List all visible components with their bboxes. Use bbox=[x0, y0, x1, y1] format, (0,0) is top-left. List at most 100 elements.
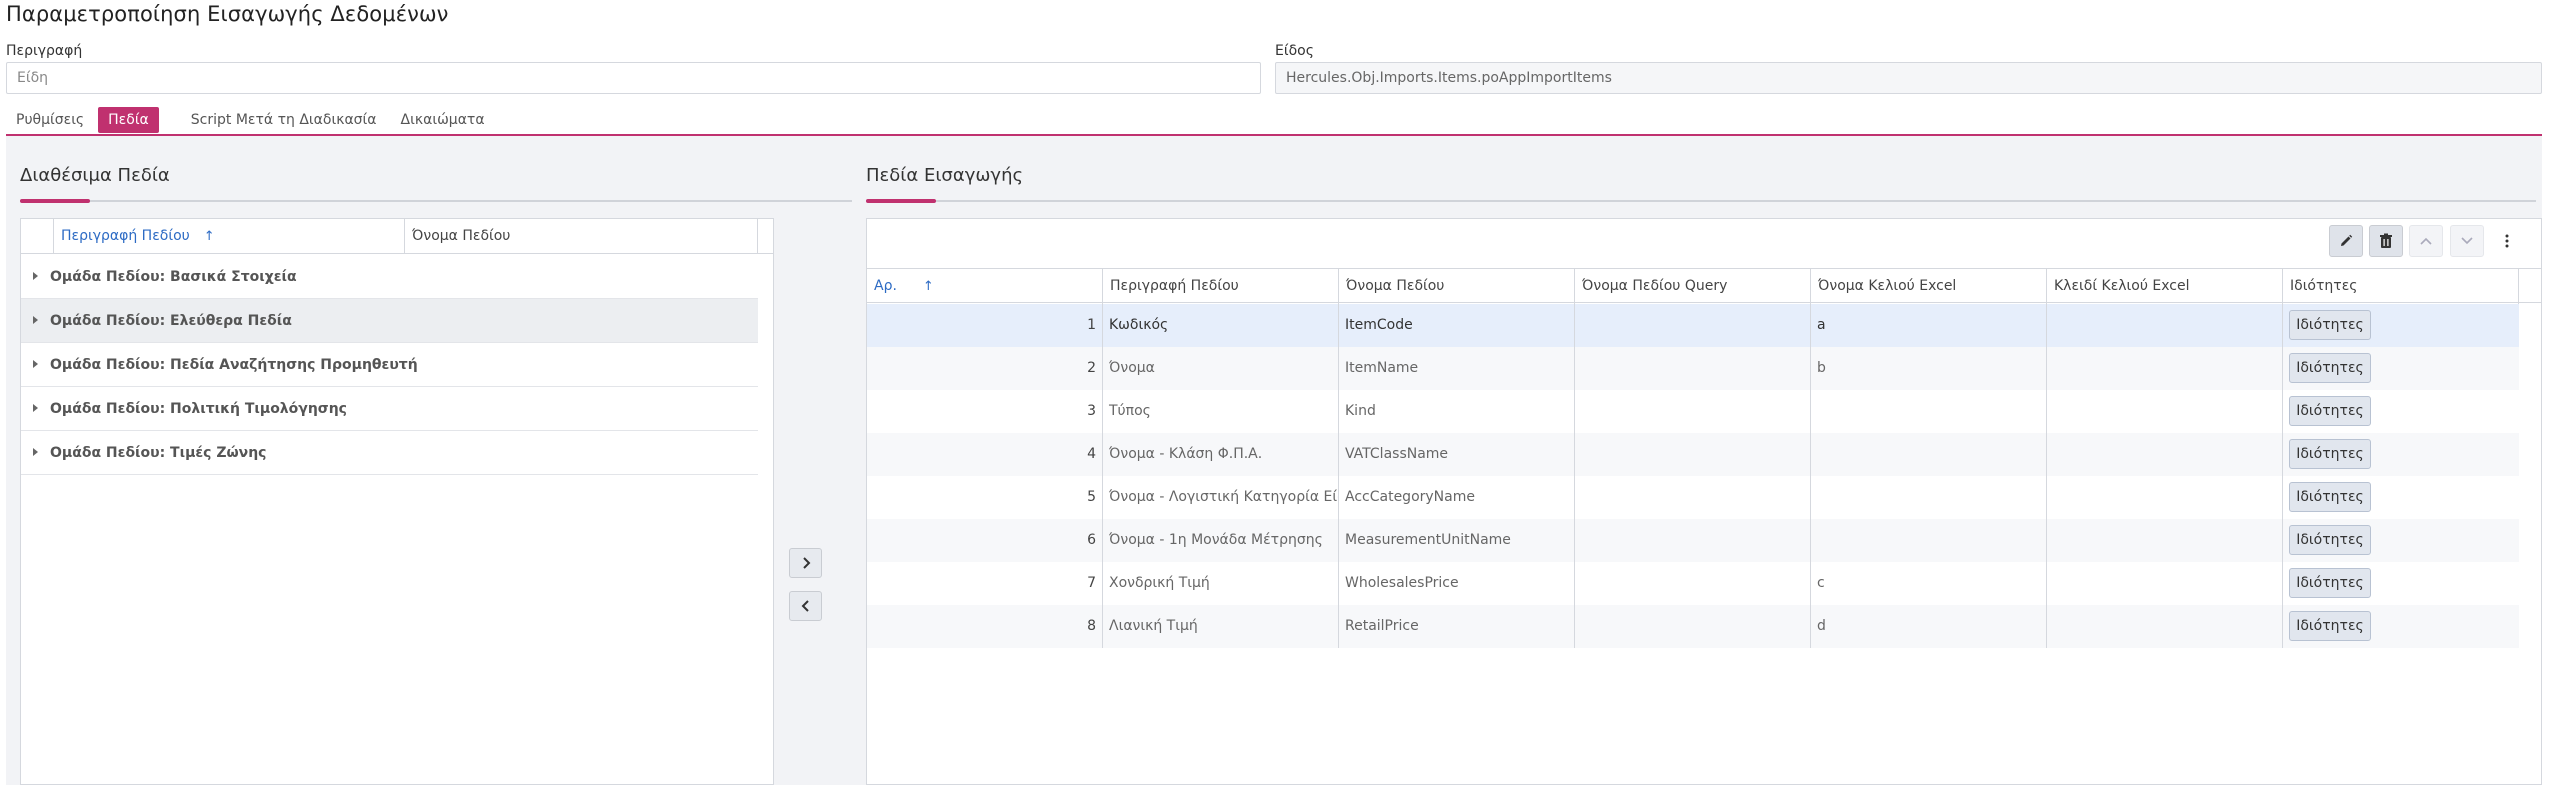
group-row[interactable]: Ομάδα Πεδίου: Πολιτική Τιμολόγησης bbox=[21, 387, 758, 431]
cell-excel-cell bbox=[1811, 433, 2047, 476]
properties-button[interactable]: Ιδιότητες bbox=[2289, 310, 2371, 340]
table-row[interactable]: 6 Όνομα - 1η Μονάδα Μέτρησης Measurement… bbox=[867, 519, 2519, 562]
cell-number: 3 bbox=[867, 390, 1103, 433]
cell-query-name bbox=[1575, 562, 1811, 605]
add-field-button[interactable] bbox=[789, 548, 822, 578]
tab-fields[interactable]: Πεδία bbox=[98, 107, 159, 133]
cell-field-name: ItemCode bbox=[1339, 304, 1575, 347]
tab-post-script[interactable]: Script Μετά τη Διαδικασία bbox=[181, 107, 387, 133]
cell-excel-cell: d bbox=[1811, 605, 2047, 648]
available-fields-title: Διαθέσιμα Πεδία bbox=[20, 165, 170, 186]
cell-number: 1 bbox=[867, 304, 1103, 347]
arrow-up-icon: ↑ bbox=[203, 229, 215, 244]
cell-query-name bbox=[1575, 390, 1811, 433]
cell-field-name: AccCategoryName bbox=[1339, 476, 1575, 519]
properties-button[interactable]: Ιδιότητες bbox=[2289, 611, 2371, 641]
column-header-properties[interactable]: Ιδιότητες bbox=[2283, 269, 2519, 304]
cell-query-name bbox=[1575, 476, 1811, 519]
cell-query-name bbox=[1575, 347, 1811, 390]
cell-number: 4 bbox=[867, 433, 1103, 476]
cell-excel-key bbox=[2047, 476, 2283, 519]
cell-description: Όνομα - 1η Μονάδα Μέτρησης bbox=[1103, 519, 1339, 562]
cell-description: Όνομα - Λογιστική Κατηγορία Είδο bbox=[1103, 476, 1339, 519]
cell-field-name: Kind bbox=[1339, 390, 1575, 433]
group-row[interactable]: Ομάδα Πεδίου: Πεδία Αναζήτησης Προμηθευτ… bbox=[21, 343, 758, 387]
move-down-button[interactable] bbox=[2450, 225, 2484, 257]
available-grid-header: Περιγραφή Πεδίου ↑ Όνομα Πεδίου bbox=[21, 219, 773, 254]
cell-excel-key bbox=[2047, 347, 2283, 390]
table-row-selected[interactable]: 1 Κωδικός ItemCode a Ιδιότητες bbox=[867, 304, 2519, 347]
column-header-field-name[interactable]: Όνομα Πεδίου bbox=[405, 219, 758, 254]
cell-field-name: ItemName bbox=[1339, 347, 1575, 390]
edit-button[interactable] bbox=[2329, 225, 2363, 257]
table-row[interactable]: 3 Τύπος Kind Ιδιότητες bbox=[867, 390, 2519, 433]
properties-button[interactable]: Ιδιότητες bbox=[2289, 396, 2371, 426]
cell-excel-key bbox=[2047, 519, 2283, 562]
column-header-excel-cell[interactable]: Όνομα Κελιού Excel bbox=[1811, 269, 2047, 304]
cell-excel-cell: a bbox=[1811, 304, 2047, 347]
cell-excel-cell: c bbox=[1811, 562, 2047, 605]
cell-excel-cell bbox=[1811, 390, 2047, 433]
column-header-excel-key[interactable]: Κλειδί Κελιού Excel bbox=[2047, 269, 2283, 304]
cell-description: Χονδρική Τιμή bbox=[1103, 562, 1339, 605]
column-header-description[interactable]: Περιγραφή Πεδίου ↑ bbox=[54, 219, 405, 254]
cell-number: 6 bbox=[867, 519, 1103, 562]
edit-icon bbox=[2341, 234, 2353, 246]
tab-settings[interactable]: Ρυθμίσεις bbox=[6, 107, 94, 133]
group-row[interactable]: Ομάδα Πεδίου: Βασικά Στοιχεία bbox=[21, 255, 758, 299]
tab-bar: Ρυθμίσεις Πεδία Script Μετά τη Διαδικασί… bbox=[6, 105, 495, 135]
move-up-icon bbox=[2420, 237, 2432, 245]
import-grid-header: Αρ. ↑ Περιγραφή Πεδίου Όνομα Πεδίου Όνομα… bbox=[867, 268, 2541, 304]
properties-button[interactable]: Ιδιότητες bbox=[2289, 482, 2371, 512]
properties-button[interactable]: Ιδιότητες bbox=[2289, 439, 2371, 469]
import-fields-grid: Αρ. ↑ Περιγραφή Πεδίου Όνομα Πεδίου Όνομα… bbox=[866, 218, 2542, 785]
table-row[interactable]: 2 Όνομα ItemName b Ιδιότητες bbox=[867, 347, 2519, 390]
type-label: Είδος bbox=[1275, 43, 1314, 59]
column-header-field-name[interactable]: Όνομα Πεδίου bbox=[1339, 269, 1575, 304]
delete-button[interactable] bbox=[2369, 225, 2403, 257]
caret-right-icon bbox=[33, 272, 38, 280]
more-vertical-icon bbox=[2505, 234, 2509, 248]
cell-number: 7 bbox=[867, 562, 1103, 605]
properties-button[interactable]: Ιδιότητες bbox=[2289, 525, 2371, 555]
table-row[interactable]: 8 Λιανική Τιμή RetailPrice d Ιδιότητες bbox=[867, 605, 2519, 648]
caret-right-icon bbox=[33, 448, 38, 456]
properties-button[interactable]: Ιδιότητες bbox=[2289, 353, 2371, 383]
table-row[interactable]: 5 Όνομα - Λογιστική Κατηγορία Είδο AccCa… bbox=[867, 476, 2519, 519]
cell-excel-key bbox=[2047, 304, 2283, 347]
group-row[interactable]: Ομάδα Πεδίου: Ελεύθερα Πεδία bbox=[21, 299, 758, 343]
cell-query-name bbox=[1575, 433, 1811, 476]
caret-right-icon bbox=[33, 404, 38, 412]
move-down-icon bbox=[2461, 237, 2473, 245]
cell-description: Τύπος bbox=[1103, 390, 1339, 433]
cell-excel-key bbox=[2047, 605, 2283, 648]
arrow-up-icon: ↑ bbox=[922, 279, 934, 294]
page-title: Παραμετροποίηση Εισαγωγής Δεδομένων bbox=[6, 2, 449, 26]
chevron-left-icon bbox=[801, 600, 809, 612]
cell-field-name: WholesalesPrice bbox=[1339, 562, 1575, 605]
cell-excel-cell bbox=[1811, 519, 2047, 562]
cell-excel-cell: b bbox=[1811, 347, 2047, 390]
cell-query-name bbox=[1575, 605, 1811, 648]
import-fields-title: Πεδία Εισαγωγής bbox=[866, 165, 1024, 186]
type-input[interactable]: Hercules.Obj.Imports.Items.poAppImportIt… bbox=[1275, 62, 2542, 94]
cell-excel-key bbox=[2047, 390, 2283, 433]
more-options-button[interactable] bbox=[2497, 225, 2517, 257]
column-header-description[interactable]: Περιγραφή Πεδίου bbox=[1103, 269, 1339, 304]
description-input[interactable]: Είδη bbox=[6, 62, 1261, 94]
move-up-button[interactable] bbox=[2409, 225, 2443, 257]
column-header-query-name[interactable]: Όνομα Πεδίου Query bbox=[1575, 269, 1811, 304]
tab-permissions[interactable]: Δικαιώματα bbox=[391, 107, 495, 133]
group-row[interactable]: Ομάδα Πεδίου: Τιμές Ζώνης bbox=[21, 431, 758, 475]
chevron-right-icon bbox=[802, 557, 810, 569]
column-header-number[interactable]: Αρ. ↑ bbox=[867, 269, 1103, 304]
table-row[interactable]: 7 Χονδρική Τιμή WholesalesPrice c Ιδιότη… bbox=[867, 562, 2519, 605]
table-row[interactable]: 4 Όνομα - Κλάση Φ.Π.Α. VATClassName Ιδιό… bbox=[867, 433, 2519, 476]
cell-query-name bbox=[1575, 519, 1811, 562]
cell-description: Λιανική Τιμή bbox=[1103, 605, 1339, 648]
cell-field-name: MeasurementUnitName bbox=[1339, 519, 1575, 562]
available-fields-underline bbox=[20, 199, 852, 203]
description-label: Περιγραφή bbox=[6, 43, 83, 59]
properties-button[interactable]: Ιδιότητες bbox=[2289, 568, 2371, 598]
remove-field-button[interactable] bbox=[789, 591, 822, 621]
